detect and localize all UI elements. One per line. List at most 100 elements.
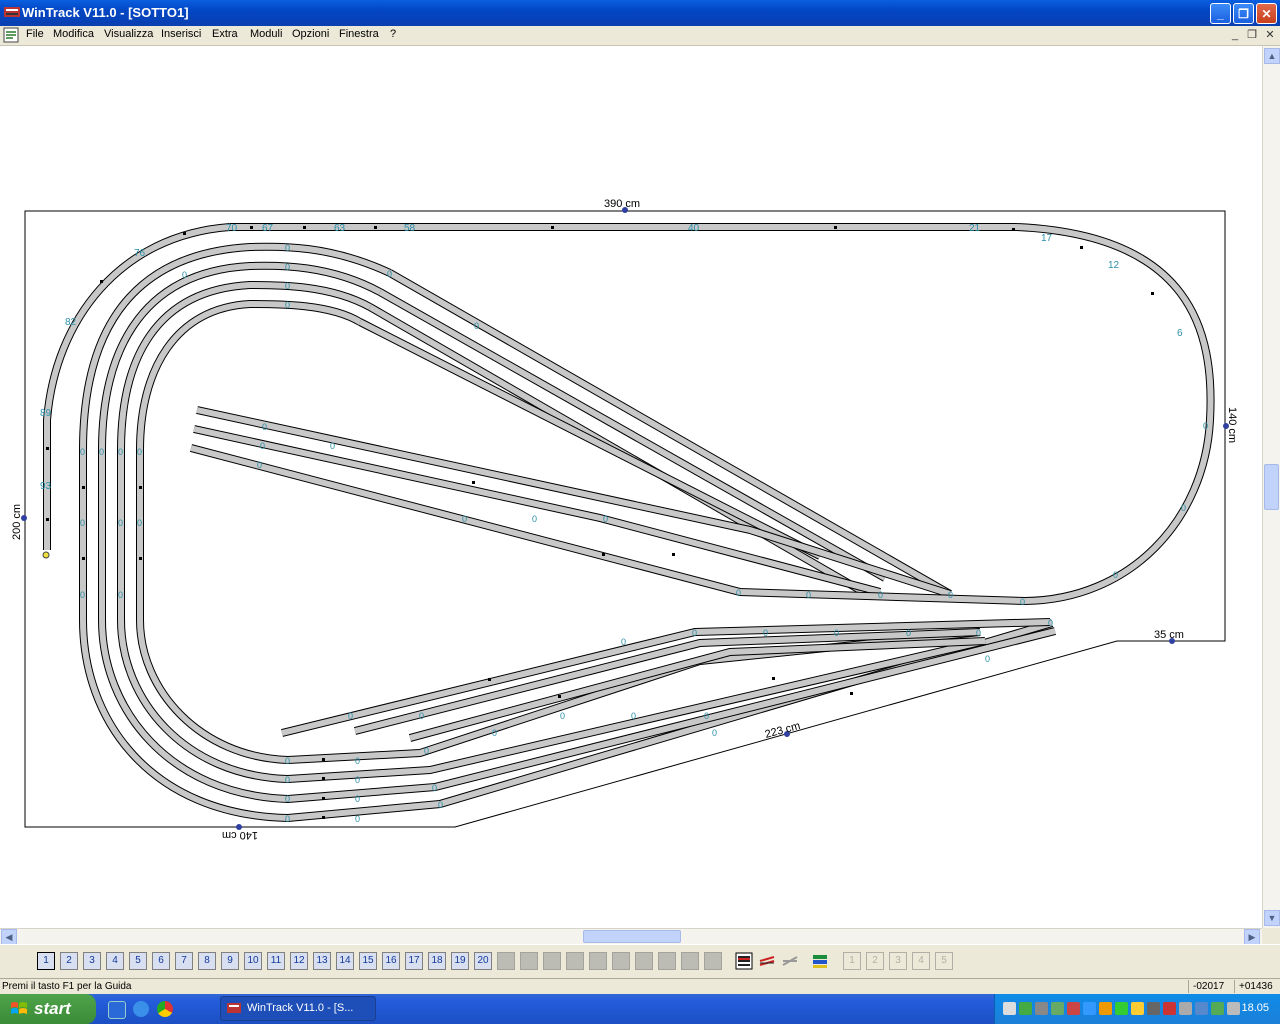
scroll-right-button[interactable]: ▶ (1244, 929, 1260, 945)
tray-icon-1[interactable] (1003, 1002, 1016, 1015)
svg-text:0: 0 (118, 447, 123, 457)
layer-button-empty[interactable] (704, 952, 722, 970)
layer-button-empty[interactable] (658, 952, 676, 970)
svg-text:0: 0 (330, 441, 335, 451)
layer-gray-icon[interactable] (781, 952, 799, 970)
layer-button-empty[interactable] (543, 952, 561, 970)
layer-button-8[interactable]: 8 (198, 952, 216, 970)
layer-button-17[interactable]: 17 (405, 952, 423, 970)
vertical-scroll-thumb[interactable] (1264, 464, 1279, 510)
horizontal-scrollbar[interactable]: ◀ ▶ (0, 928, 1262, 945)
horizontal-scroll-thumb[interactable] (583, 930, 681, 943)
track-plan[interactable]: 390 cm 200 cm 140 cm 35 cm 223 cm 140 cm… (0, 46, 1262, 928)
window-titlebar[interactable]: WinTrack V11.0 - [SOTTO1] _ ❐ ✕ (0, 0, 1280, 26)
svg-text:0: 0 (736, 588, 741, 598)
menu-file[interactable]: File (26, 28, 44, 40)
layer-button-12[interactable]: 12 (290, 952, 308, 970)
document-icon[interactable] (3, 27, 19, 43)
mdi-minimize-button[interactable]: _ (1228, 28, 1242, 42)
scroll-down-button[interactable]: ▼ (1264, 910, 1280, 926)
svg-text:0: 0 (387, 269, 392, 279)
layer-button-empty[interactable] (612, 952, 630, 970)
tray-icon-4[interactable] (1051, 1002, 1064, 1015)
view-button-2[interactable]: 2 (866, 952, 884, 970)
layout-canvas[interactable]: 390 cm 200 cm 140 cm 35 cm 223 cm 140 cm… (0, 46, 1262, 928)
menu-extra[interactable]: Extra (212, 28, 238, 40)
vertical-scrollbar[interactable]: ▲ ▼ (1262, 46, 1280, 928)
tray-icon-3[interactable] (1035, 1002, 1048, 1015)
layer-button-empty[interactable] (681, 952, 699, 970)
svg-text:0: 0 (262, 422, 267, 432)
layer-button-14[interactable]: 14 (336, 952, 354, 970)
menu-finestra[interactable]: Finestra (339, 28, 379, 40)
internet-explorer-icon[interactable] (133, 1001, 149, 1017)
tray-icon-14[interactable] (1211, 1002, 1224, 1015)
maximize-button[interactable]: ❐ (1233, 3, 1254, 24)
layer-button-1[interactable]: 1 (37, 952, 55, 970)
scroll-up-button[interactable]: ▲ (1264, 48, 1280, 64)
mdi-restore-button[interactable]: ❐ (1245, 28, 1259, 42)
layer-button-9[interactable]: 9 (221, 952, 239, 970)
menu-visualizza[interactable]: Visualizza (104, 28, 153, 40)
tray-icon-9[interactable] (1131, 1002, 1144, 1015)
view-button-3[interactable]: 3 (889, 952, 907, 970)
layer-button-empty[interactable] (635, 952, 653, 970)
layer-button-empty[interactable] (520, 952, 538, 970)
show-desktop-icon[interactable] (108, 1001, 126, 1019)
layer-button-5[interactable]: 5 (129, 952, 147, 970)
view-button-1[interactable]: 1 (843, 952, 861, 970)
svg-text:0: 0 (1181, 503, 1186, 513)
layer-button-15[interactable]: 15 (359, 952, 377, 970)
view-button-4[interactable]: 4 (912, 952, 930, 970)
start-button[interactable]: start (0, 994, 96, 1024)
layer-button-19[interactable]: 19 (451, 952, 469, 970)
wintrack-app-icon[interactable] (4, 5, 20, 19)
svg-text:0: 0 (834, 628, 839, 638)
layer-button-18[interactable]: 18 (428, 952, 446, 970)
minimize-button[interactable]: _ (1210, 3, 1231, 24)
layer-button-20[interactable]: 20 (474, 952, 492, 970)
menu-opzioni[interactable]: Opzioni (292, 28, 329, 40)
tray-icon-15[interactable] (1227, 1002, 1240, 1015)
signal-icon[interactable] (1115, 1002, 1128, 1015)
layer-stack-icon[interactable] (735, 952, 753, 970)
taskbar-item-wintrack[interactable]: WinTrack V11.0 - [S... (220, 996, 376, 1021)
layer-button-empty[interactable] (589, 952, 607, 970)
dim-left-label: 200 cm (11, 504, 23, 540)
layer-button-3[interactable]: 3 (83, 952, 101, 970)
layer-button-4[interactable]: 4 (106, 952, 124, 970)
layer-button-7[interactable]: 7 (175, 952, 193, 970)
layer-red-icon[interactable] (758, 952, 776, 970)
chrome-icon[interactable] (157, 1001, 173, 1017)
taskbar: start WinTrack V11.0 - [S... 18.05 (0, 994, 1280, 1024)
menu-moduli[interactable]: Moduli (250, 28, 282, 40)
tray-icon-2[interactable] (1019, 1002, 1032, 1015)
view-button-5[interactable]: 5 (935, 952, 953, 970)
menu-help[interactable]: ? (390, 28, 396, 40)
tray-icon-11[interactable] (1163, 1002, 1176, 1015)
tray-icon-12[interactable] (1179, 1002, 1192, 1015)
layer-manager-icon[interactable] (811, 952, 829, 970)
layer-button-10[interactable]: 10 (244, 952, 262, 970)
tray-icon-5[interactable] (1067, 1002, 1080, 1015)
layer-button-16[interactable]: 16 (382, 952, 400, 970)
svg-text:0: 0 (560, 711, 565, 721)
layer-button-empty[interactable] (566, 952, 584, 970)
volume-icon[interactable] (1147, 1002, 1160, 1015)
menu-inserisci[interactable]: Inserisci (161, 28, 201, 40)
svg-text:0: 0 (906, 628, 911, 638)
layer-button-6[interactable]: 6 (152, 952, 170, 970)
layer-button-2[interactable]: 2 (60, 952, 78, 970)
tray-icon-13[interactable] (1195, 1002, 1208, 1015)
close-button[interactable]: ✕ (1256, 3, 1277, 24)
tray-icon-7[interactable] (1099, 1002, 1112, 1015)
layer-button-11[interactable]: 11 (267, 952, 285, 970)
tray-icon-6[interactable] (1083, 1002, 1096, 1015)
menu-modifica[interactable]: Modifica (53, 28, 94, 40)
mdi-close-button[interactable]: ✕ (1263, 28, 1277, 42)
svg-text:0: 0 (621, 637, 626, 647)
track-diagonal-upper (358, 269, 952, 598)
scroll-left-button[interactable]: ◀ (1, 929, 17, 945)
layer-button-13[interactable]: 13 (313, 952, 331, 970)
layer-button-empty[interactable] (497, 952, 515, 970)
